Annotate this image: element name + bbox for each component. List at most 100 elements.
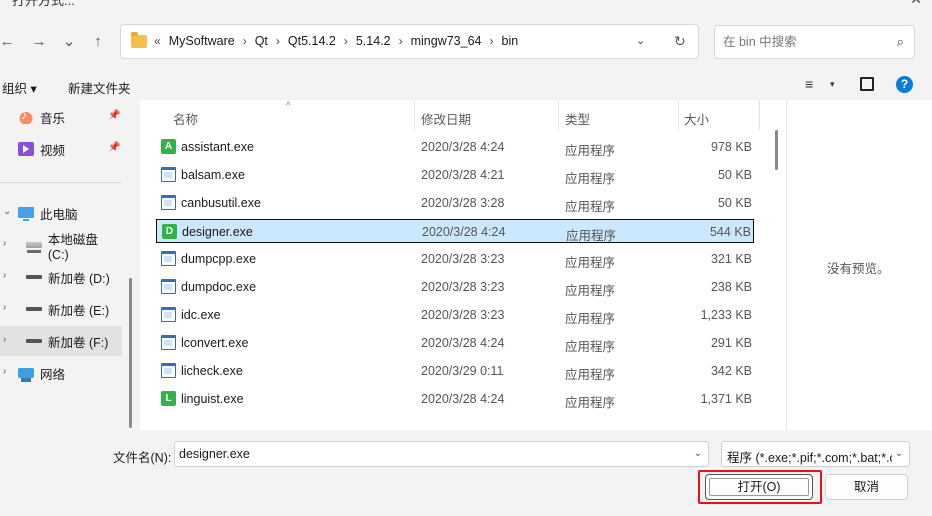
recent-locations-icon[interactable]: ⌄ [58, 30, 80, 52]
executable-icon [161, 251, 176, 266]
designer-app-icon: D [162, 224, 177, 239]
file-type: 应用程序 [565, 284, 616, 298]
cancel-button[interactable]: 取消 [825, 474, 908, 500]
sidebar-item-drive-c[interactable]: › 本地磁盘 (C:) [0, 230, 122, 262]
sidebar-item-label: 本地磁盘 (C:) [47, 232, 98, 262]
file-row[interactable]: balsam.exe 2020/3/28 4:21 应用程序 50 KB [156, 163, 754, 187]
pin-icon[interactable]: 📌 [108, 110, 120, 121]
chevron-down-icon[interactable]: ▾ [830, 79, 835, 90]
close-icon[interactable]: ✕ [910, 0, 922, 8]
sidebar-item-drive-e[interactable]: › 新加卷 (E:) [0, 294, 122, 324]
file-row[interactable]: licheck.exe 2020/3/29 0:11 应用程序 342 KB [156, 359, 754, 383]
search-input[interactable] [723, 33, 883, 51]
sidebar-item-drive-f[interactable]: › 新加卷 (F:) [0, 326, 122, 356]
file-type: 应用程序 [565, 340, 616, 354]
file-date: 2020/3/28 3:28 [421, 196, 505, 210]
up-folder-icon[interactable]: ↑ [87, 30, 109, 52]
file-date: 2020/3/28 3:23 [421, 252, 505, 266]
view-menu-icon[interactable]: ≡ [805, 76, 813, 92]
column-divider[interactable] [678, 100, 679, 130]
chevron-right-icon[interactable]: › [3, 334, 6, 345]
breadcrumb-item[interactable]: mingw73_64 [411, 34, 482, 48]
file-type-filter[interactable]: 程序 (*.exe;*.pif;*.com;*.bat;*.cmd) ⌄ [721, 441, 910, 467]
preview-pane-icon[interactable] [860, 77, 874, 91]
chevron-right-icon[interactable]: › [344, 34, 348, 48]
file-row[interactable]: A assistant.exe 2020/3/28 4:24 应用程序 978 … [156, 135, 754, 159]
pin-icon[interactable]: 📌 [108, 142, 120, 153]
column-name[interactable]: 名称 [173, 109, 198, 128]
chevron-right-icon[interactable]: › [3, 270, 6, 281]
open-button[interactable]: 打开(O) [705, 474, 813, 500]
column-date[interactable]: 修改日期 [421, 109, 471, 128]
executable-icon [161, 307, 176, 322]
file-row[interactable]: canbusutil.exe 2020/3/28 3:28 应用程序 50 KB [156, 191, 754, 215]
column-type[interactable]: 类型 [565, 109, 590, 128]
chevron-right-icon[interactable]: › [3, 238, 6, 249]
breadcrumb-item[interactable]: 5.14.2 [356, 34, 391, 48]
focus-ring [709, 478, 809, 496]
chevron-right-icon[interactable]: › [490, 34, 494, 48]
chevron-right-icon[interactable]: › [3, 302, 6, 313]
new-folder-button[interactable]: 新建文件夹 [68, 78, 131, 97]
chevron-down-icon[interactable]: ⌄ [895, 448, 903, 459]
file-name: linguist.exe [181, 392, 244, 406]
filename-input[interactable] [179, 446, 679, 462]
sidebar-scrollbar[interactable] [129, 278, 132, 428]
column-size[interactable]: 大小 [684, 109, 709, 128]
file-date: 2020/3/29 0:11 [421, 364, 504, 378]
column-divider[interactable] [414, 100, 415, 130]
sidebar-item-label: 音乐 [40, 111, 66, 126]
file-date: 2020/3/28 4:24 [422, 225, 506, 239]
breadcrumb-item[interactable]: bin [502, 34, 519, 48]
chevron-down-icon[interactable]: ⌄ [694, 448, 702, 459]
file-name: dumpdoc.exe [181, 280, 257, 294]
chevron-down-icon[interactable]: ⌄ [636, 34, 645, 47]
file-row[interactable]: lconvert.exe 2020/3/28 4:24 应用程序 291 KB [156, 331, 754, 355]
file-date: 2020/3/28 4:21 [421, 168, 505, 182]
sidebar-item-videos[interactable]: 视频 📌 [0, 134, 122, 164]
help-icon[interactable]: ? [896, 76, 913, 93]
sidebar-item-label: 网络 [40, 367, 66, 382]
breadcrumb-overflow-icon[interactable]: « [154, 34, 161, 48]
search-icon[interactable]: ⌕ [897, 34, 904, 50]
file-row[interactable]: dumpdoc.exe 2020/3/28 3:23 应用程序 238 KB [156, 275, 754, 299]
file-row[interactable]: L linguist.exe 2020/3/28 4:24 应用程序 1,371… [156, 387, 754, 411]
file-type: 应用程序 [565, 312, 616, 326]
organize-menu[interactable]: 组织 ▾ [2, 78, 37, 97]
file-type: 应用程序 [566, 229, 617, 243]
executable-icon [161, 335, 176, 350]
file-type: 应用程序 [565, 396, 616, 410]
sidebar-item-music[interactable]: 音乐 📌 [0, 102, 122, 132]
column-divider[interactable] [558, 100, 559, 130]
back-icon[interactable]: ← [0, 30, 18, 52]
chevron-down-icon[interactable]: ⌄ [3, 206, 11, 217]
refresh-icon[interactable]: ↻ [674, 33, 686, 50]
file-row[interactable]: idc.exe 2020/3/28 3:23 应用程序 1,233 KB [156, 303, 754, 327]
file-list-scrollbar[interactable] [775, 130, 778, 170]
dialog-footer: 文件名(N): ⌄ 程序 (*.exe;*.pif;*.com;*.bat;*.… [0, 430, 932, 516]
file-row[interactable]: dumpcpp.exe 2020/3/28 3:23 应用程序 321 KB [156, 247, 754, 271]
breadcrumb-item[interactable]: MySoftware [169, 34, 235, 48]
file-type: 应用程序 [565, 144, 616, 158]
search-box[interactable]: ⌕ [714, 25, 915, 59]
chevron-right-icon[interactable]: › [399, 34, 403, 48]
file-size: 342 KB [710, 364, 752, 378]
file-row-selected[interactable]: D designer.exe 2020/3/28 4:24 应用程序 544 K… [156, 219, 754, 243]
sidebar-item-drive-d[interactable]: › 新加卷 (D:) [0, 262, 122, 292]
file-size: 1,233 KB [700, 308, 752, 322]
breadcrumb-item[interactable]: Qt [255, 34, 268, 48]
window-title: 打开方式... [12, 0, 75, 8]
address-bar[interactable]: « MySoftware › Qt › Qt5.14.2 › 5.14.2 › … [120, 24, 699, 59]
chevron-right-icon[interactable]: › [243, 34, 247, 48]
filename-field[interactable]: ⌄ [174, 441, 709, 467]
column-divider[interactable] [759, 100, 760, 130]
file-type: 应用程序 [565, 368, 616, 382]
sidebar-item-this-pc[interactable]: ⌄ 此电脑 [0, 198, 122, 228]
breadcrumb-item[interactable]: Qt5.14.2 [288, 34, 336, 48]
file-type: 应用程序 [565, 200, 616, 214]
chevron-right-icon[interactable]: › [276, 34, 280, 48]
sidebar-item-network[interactable]: › 网络 [0, 358, 122, 388]
chevron-right-icon[interactable]: › [3, 366, 6, 377]
file-list: ^ 名称 修改日期 类型 大小 A assistant.exe 2020/3/2… [140, 100, 786, 430]
forward-icon[interactable]: → [28, 30, 50, 52]
